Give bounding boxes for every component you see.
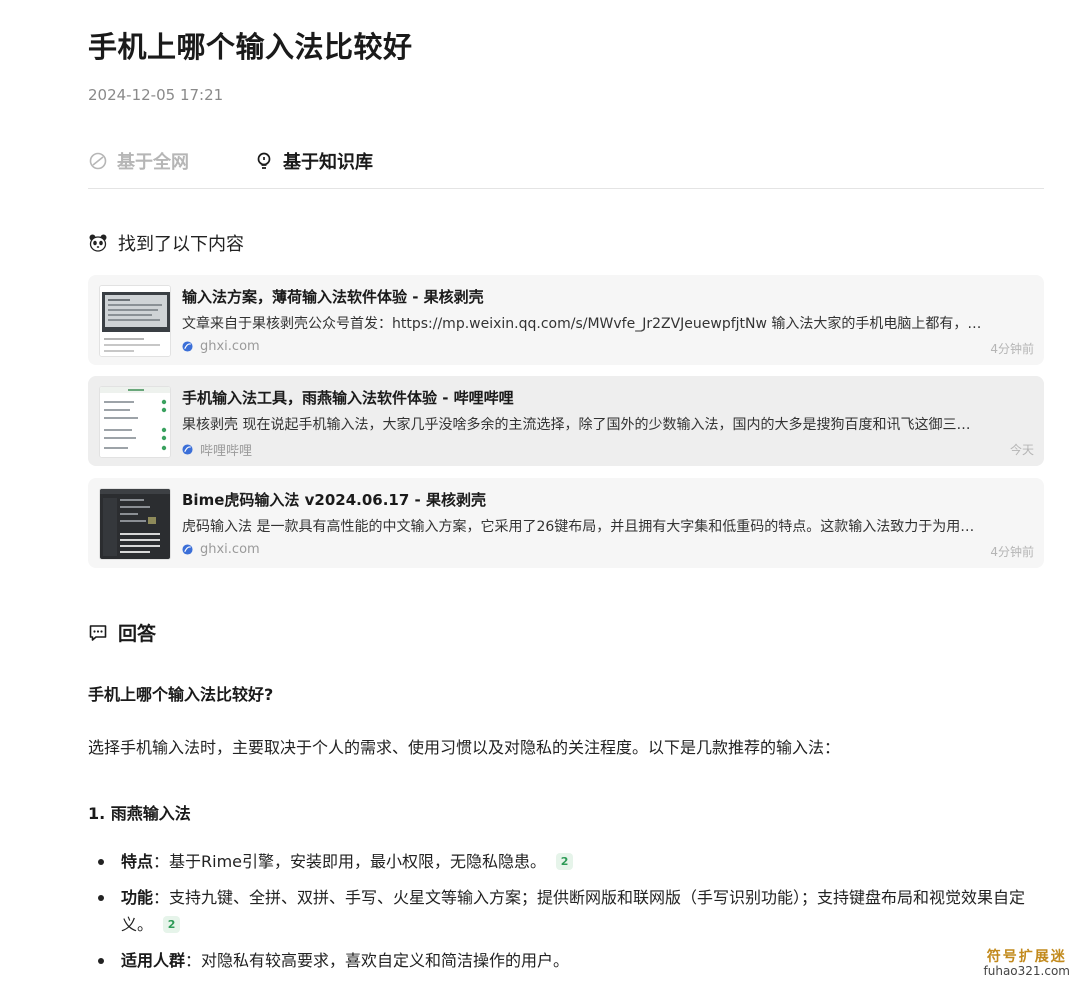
bullet-text: ：支持九键、全拼、双拼、手写、火星文等输入方案；提供断网版和联网版（手写识别功能…: [121, 888, 1026, 934]
tab-knowledge-base[interactable]: 基于知识库: [254, 148, 373, 174]
watermark-url: fuhao321.com: [983, 964, 1070, 979]
bullet-text: ：基于Rime引擎，安装即用，最小权限，无隐私隐患。: [153, 852, 547, 871]
answer-intro: 选择手机输入法时，主要取决于个人的需求、使用习惯以及对隐私的关注程度。以下是几款…: [88, 738, 841, 757]
source-icon: [182, 341, 193, 352]
result-card[interactable]: 输入法方案，薄荷输入法软件体验 - 果核剥壳 文章来自于果核剥壳公众号首发：ht…: [88, 275, 1044, 365]
watermark: 符号扩展迷 fuhao321.com: [983, 949, 1070, 979]
result-time: 4分钟前: [990, 545, 1034, 559]
list-item: 功能：支持九键、全拼、双拼、手写、火星文等输入方案；提供断网版和联网版（手写识别…: [96, 884, 1036, 938]
source-icon: [182, 544, 193, 555]
tab-web[interactable]: 基于全网: [88, 148, 189, 174]
result-thumbnail: [99, 386, 171, 458]
result-card[interactable]: Bime虎码输入法 v2024.06.17 - 果核剥壳 虎码输入法 是一款具有…: [88, 478, 1044, 568]
tab-web-label: 基于全网: [117, 152, 189, 173]
result-card[interactable]: 手机输入法工具，雨燕输入法软件体验 - 哔哩哔哩 果核剥壳 现在说起手机输入法，…: [88, 376, 1044, 466]
result-snippet: 虎码输入法 是一款具有高性能的中文输入方案，它采用了26键布局，并且拥有大字集和…: [182, 519, 975, 535]
result-source: ghxi.com: [182, 542, 260, 557]
result-snippet: 果核剥壳 现在说起手机输入法，大家几乎没啥多余的主流选择，除了国外的少数输入法，…: [182, 417, 971, 433]
leaf-icon: [89, 152, 107, 170]
result-snippet: 文章来自于果核剥壳公众号首发：https://mp.weixin.qq.com/…: [182, 316, 982, 332]
bullet-label: 功能: [121, 888, 154, 907]
tab-knowledge-base-label: 基于知识库: [283, 152, 373, 173]
result-title[interactable]: 输入法方案，薄荷输入法软件体验 - 果核剥壳: [182, 286, 484, 307]
publish-date: 2024-12-05 17:21: [88, 86, 224, 104]
page-title: 手机上哪个输入法比较好: [88, 30, 413, 64]
watermark-title: 符号扩展迷: [986, 949, 1067, 965]
answer-section-title: 1. 雨燕输入法: [88, 804, 191, 823]
result-source: ghxi.com: [182, 339, 260, 354]
source-tabs: 基于全网 基于知识库: [88, 140, 1044, 189]
answer-question: 手机上哪个输入法比较好?: [88, 685, 274, 704]
result-thumbnail: [99, 488, 171, 560]
list-item: 适用人群：对隐私有较高要求，喜欢自定义和简洁操作的用户。: [96, 947, 1036, 974]
result-title[interactable]: Bime虎码输入法 v2024.06.17 - 果核剥壳: [182, 489, 486, 510]
citation-badge[interactable]: 2: [556, 853, 574, 870]
chat-bubble-icon: [89, 624, 107, 641]
source-icon: [182, 444, 193, 455]
bullet-text: ：对隐私有较高要求，喜欢自定义和简洁操作的用户。: [185, 951, 570, 970]
page: 手机上哪个输入法比较好 2024-12-05 17:21 基于全网 基于知识库: [0, 0, 1080, 990]
result-source-label: ghxi.com: [200, 542, 260, 557]
found-label: 找到了以下内容: [118, 234, 244, 255]
citation-badge[interactable]: 2: [163, 916, 181, 933]
result-source-label: 哔哩哔哩: [200, 444, 253, 459]
answer-bullet-list: 特点：基于Rime引擎，安装即用，最小权限，无隐私隐患。 2 功能：支持九键、全拼…: [96, 848, 1036, 983]
bullet-label: 特点: [121, 852, 154, 871]
answer-heading-label: 回答: [118, 623, 157, 645]
result-source-label: ghxi.com: [200, 339, 260, 354]
list-item: 特点：基于Rime引擎，安装即用，最小权限，无隐私隐患。 2: [96, 848, 1036, 875]
result-title[interactable]: 手机输入法工具，雨燕输入法软件体验 - 哔哩哔哩: [182, 387, 514, 408]
result-time: 今天: [1009, 443, 1034, 457]
panda-icon: [89, 234, 107, 252]
result-time: 4分钟前: [990, 342, 1034, 356]
answer-heading: 回答: [88, 619, 156, 646]
bullet-label: 适用人群: [121, 951, 186, 970]
result-thumbnail: [99, 285, 171, 357]
lightbulb-icon: [257, 152, 271, 169]
found-heading: 找到了以下内容: [88, 230, 244, 256]
result-source: 哔哩哔哩: [182, 440, 252, 459]
